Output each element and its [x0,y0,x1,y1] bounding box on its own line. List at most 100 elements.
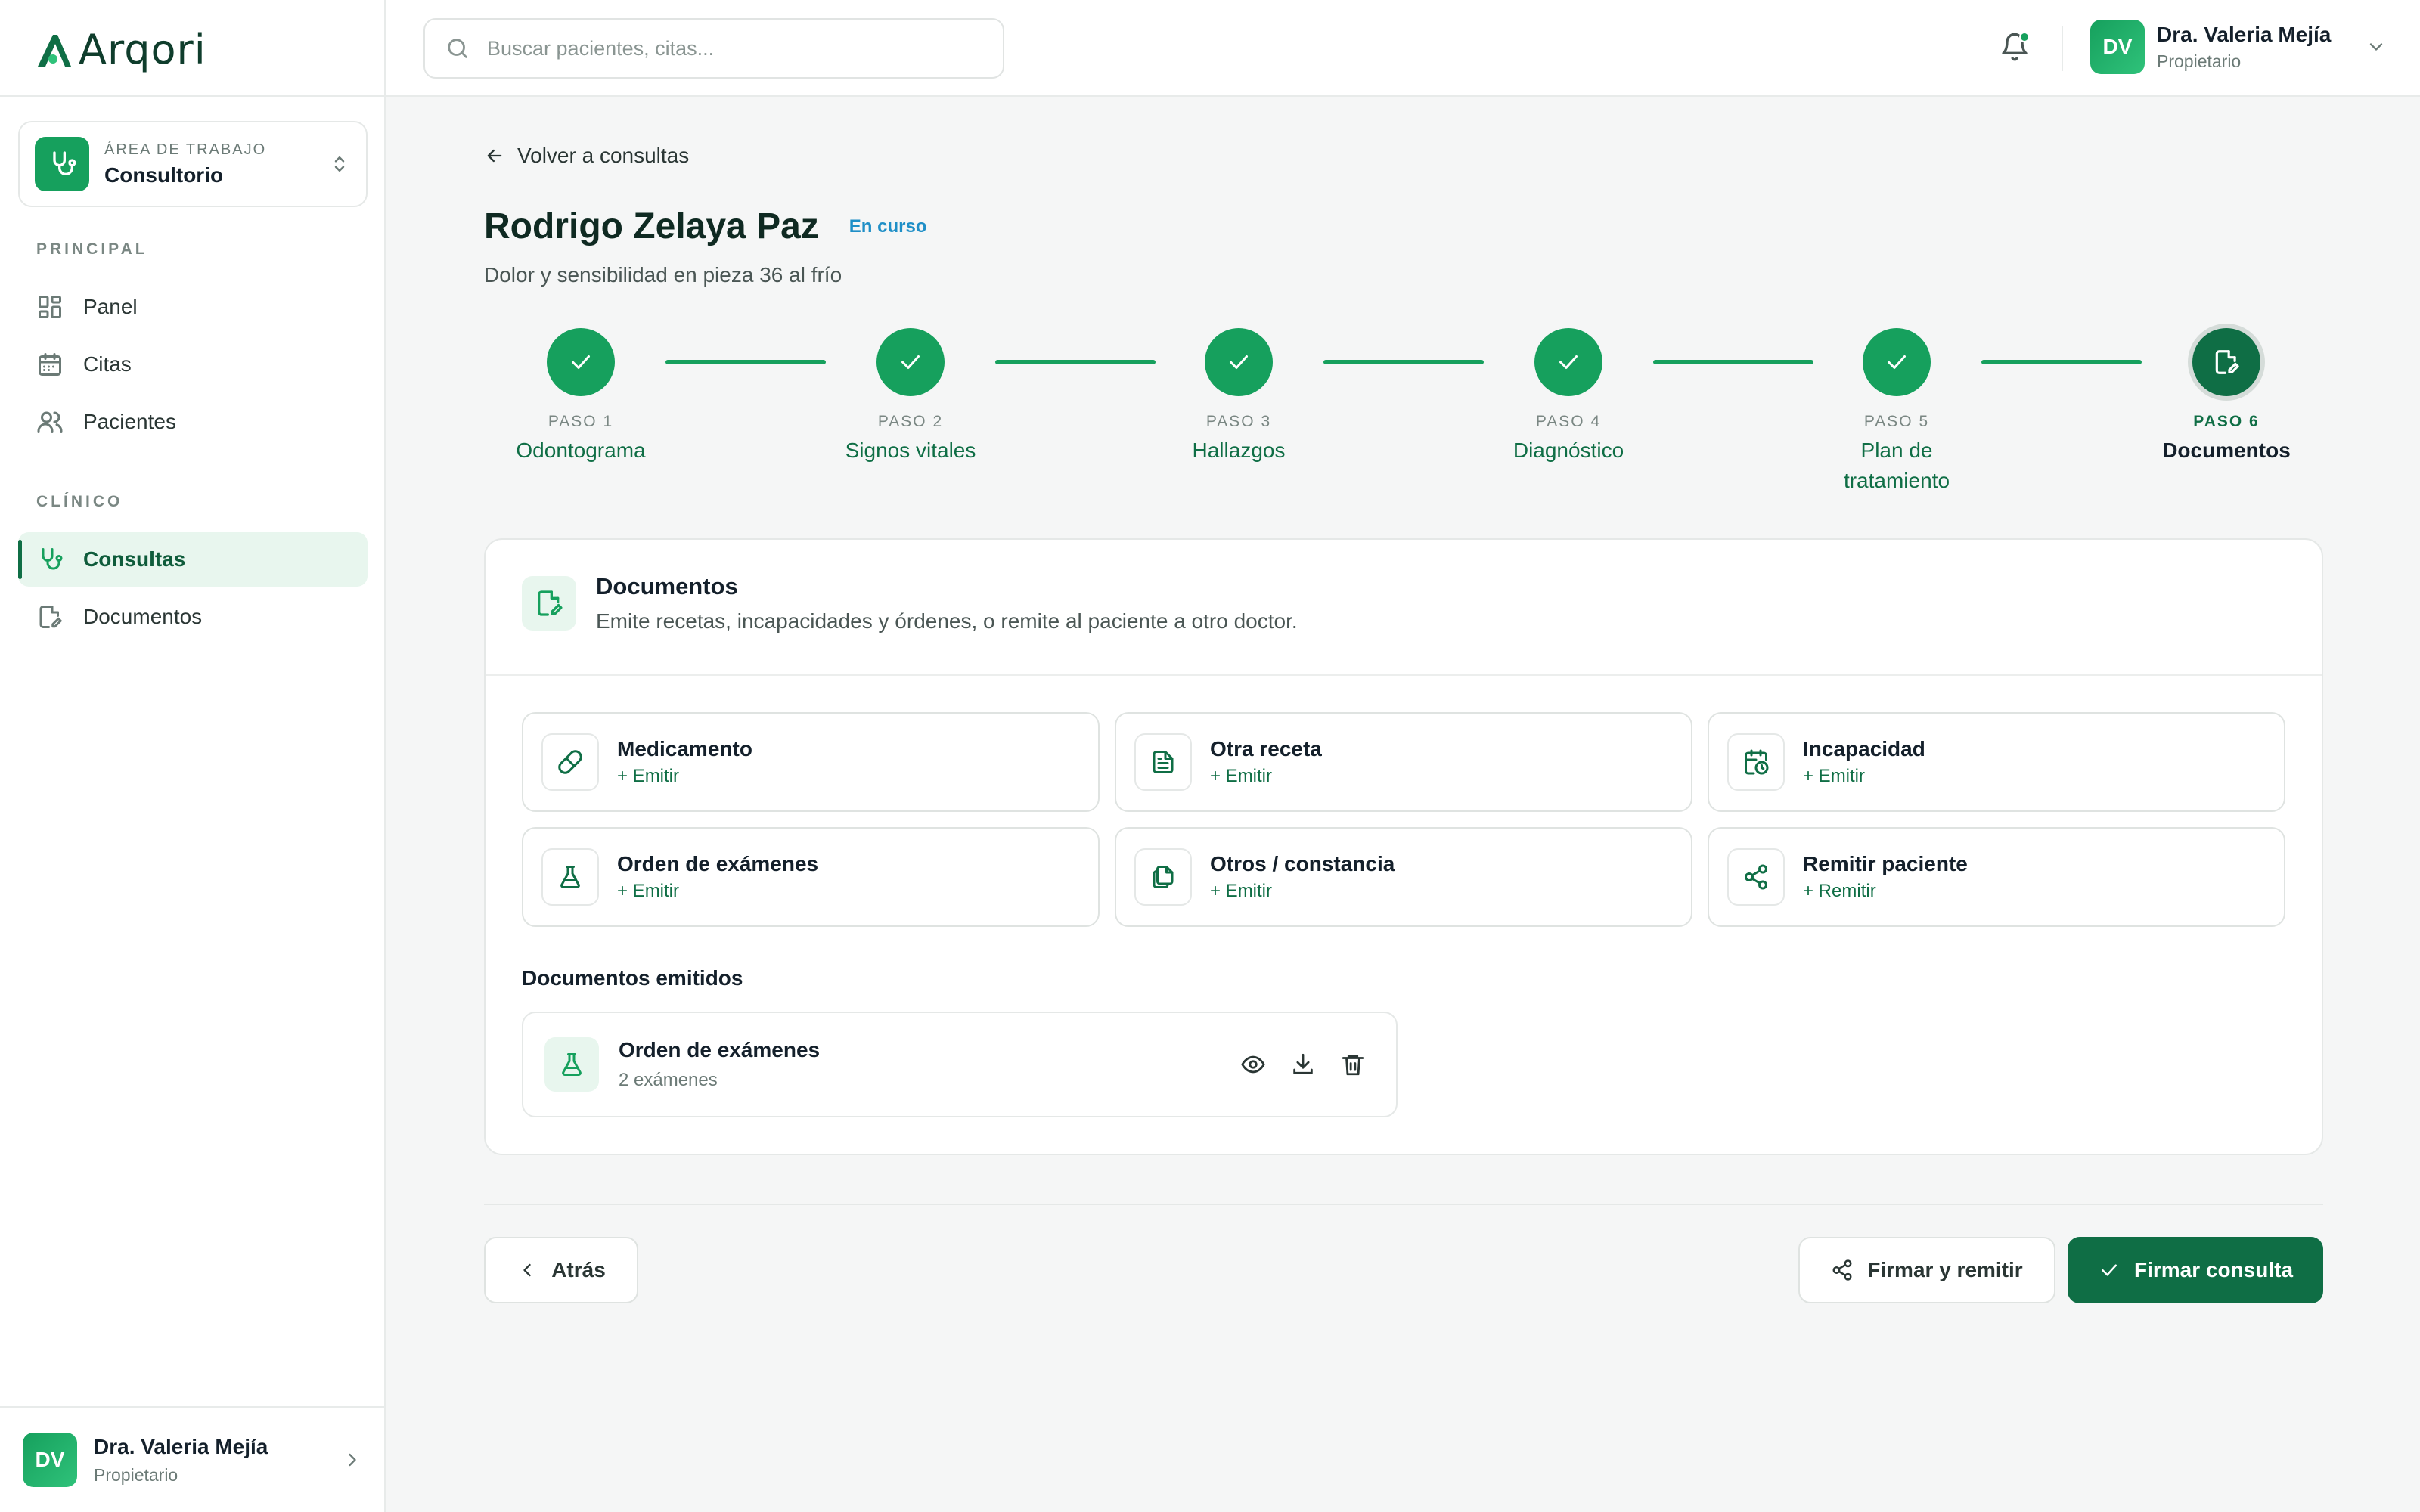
check-icon [2098,1259,2121,1281]
option-action: + Emitir [1803,766,1866,786]
option-action: + Emitir [617,881,680,901]
step-signos-vitales[interactable]: PASO 2 Signos vitales [820,328,1001,466]
check-icon [547,328,615,396]
sign-consultation-label: Firmar consulta [2133,1258,2294,1281]
emitted-document-title: Orden de exámenes [619,1038,821,1061]
arrow-left-icon [484,145,505,166]
app-logo[interactable]: Arqori [33,26,206,73]
avatar: DV [2090,20,2145,74]
share-icon [1831,1259,1854,1281]
divider [0,95,386,97]
section-label-clinico: CLÍNICO [36,493,123,510]
status-badge: En curso [849,215,927,237]
option-title: Otra receta [1210,737,1322,761]
step-number: PASO 2 [877,413,944,430]
stethoscope-icon [35,137,89,191]
back-button[interactable]: Atrás [484,1237,638,1303]
emit-medicamento-button[interactable]: Medicamento + Emitir [522,712,1100,812]
option-action: + Emitir [617,766,680,786]
user-name: Dra. Valeria Mejía [94,1434,268,1458]
step-documentos[interactable]: PASO 6 Documentos [2136,328,2317,466]
step-connector [1653,360,1813,364]
flask-icon [541,848,599,906]
emitted-document-item: Orden de exámenes 2 exámenes [522,1012,1398,1117]
check-icon [1863,328,1931,396]
option-action: + Emitir [1210,766,1273,786]
user-role: Propietario [2157,51,2242,71]
search-input[interactable]: Buscar pacientes, citas... [424,18,1004,79]
trash-icon[interactable] [1340,1052,1366,1077]
chevron-left-icon [517,1259,538,1281]
section-label-principal: PRINCIPAL [36,240,148,258]
sidebar: Arqori ÁREA DE TRABAJO Consultorio PRINC… [0,0,386,1512]
sidebar-item-consultas[interactable]: Consultas [18,532,368,587]
step-title: Hallazgos [1192,438,1286,462]
refer-patient-button[interactable]: Remitir paciente + Remitir [1708,827,2285,927]
emit-otra-receta-button[interactable]: Otra receta + Emitir [1115,712,1692,812]
sidebar-item-label: Citas [83,352,132,376]
sign-consultation-button[interactable]: Firmar consulta [2068,1237,2323,1303]
emitted-documents-label: Documentos emitidos [522,966,743,990]
topbar: Buscar pacientes, citas... DV Dra. Valer… [386,0,2420,97]
sidebar-item-pacientes[interactable]: Pacientes [18,395,368,449]
step-plan-de-tratamiento[interactable]: PASO 5 Plan de tratamiento [1806,328,1987,496]
app-name: Arqori [79,26,206,73]
step-connector [1323,360,1484,364]
sidebar-item-documentos[interactable]: Documentos [18,590,368,644]
chevron-up-down-icon [328,153,351,175]
emit-incapacidad-button[interactable]: Incapacidad + Emitir [1708,712,2285,812]
pill-icon [541,733,599,791]
back-to-consultations-link[interactable]: Volver a consultas [484,144,689,168]
users-icon [36,408,64,435]
chief-complaint: Dolor y sensibilidad en pieza 36 al frío [484,263,842,287]
chevron-down-icon [2366,36,2387,57]
step-number: PASO 5 [1863,413,1930,430]
check-icon [1534,328,1602,396]
emit-orden-examenes-button[interactable]: Orden de exámenes + Emitir [522,827,1100,927]
download-icon[interactable] [1290,1052,1316,1077]
card-title: Documentos [596,573,738,600]
sidebar-user-menu[interactable]: DV Dra. Valeria Mejía Propietario [0,1406,386,1512]
file-text-icon [1134,733,1192,791]
card-subtitle: Emite recetas, incapacidades y órdenes, … [596,609,1298,633]
step-diagnostico[interactable]: PASO 4 Diagnóstico [1478,328,1659,466]
eye-icon[interactable] [1240,1052,1266,1077]
workspace-switcher[interactable]: ÁREA DE TRABAJO Consultorio [18,121,368,207]
step-title: Diagnóstico [1512,438,1624,462]
option-title: Medicamento [617,737,752,761]
sidebar-item-citas[interactable]: Citas [18,337,368,392]
workspace-value: Consultorio [104,163,224,187]
patient-name: Rodrigo Zelaya Paz [484,206,819,246]
step-hallazgos[interactable]: PASO 3 Hallazgos [1148,328,1329,466]
option-title: Remitir paciente [1803,852,1968,875]
calendar-icon [36,351,64,378]
emitted-document-subtitle: 2 exámenes [619,1070,718,1090]
check-icon [876,328,945,396]
step-title: Documentos [2162,438,2291,462]
divider [484,1204,2323,1205]
back-link-label: Volver a consultas [517,144,690,167]
user-menu[interactable]: DV Dra. Valeria Mejía Propietario [2090,20,2387,74]
search-icon [445,36,470,61]
card-header: Documentos Emite recetas, incapacidades … [486,540,2322,676]
stepper: PASO 1 Odontograma PASO 2 Signos vitales… [484,328,2291,496]
notification-dot [2019,32,2030,42]
document-edit-icon [2192,328,2260,396]
emit-otros-constancia-button[interactable]: Otros / constancia + Emitir [1115,827,1692,927]
step-connector [1981,360,2142,364]
step-number: PASO 4 [1535,413,1602,430]
option-title: Incapacidad [1803,737,1925,761]
option-title: Otros / constancia [1210,852,1395,875]
step-odontograma[interactable]: PASO 1 Odontograma [490,328,672,466]
step-number: PASO 3 [1205,413,1272,430]
user-role: Propietario [94,1464,178,1485]
step-title: Odontograma [516,438,646,462]
user-name: Dra. Valeria Mejía [2157,22,2332,46]
patient-header: Rodrigo Zelaya Paz En curso [484,206,926,247]
sign-and-refer-label: Firmar y remitir [1867,1258,2023,1281]
back-button-label: Atrás [551,1258,606,1281]
workspace-label: ÁREA DE TRABAJO [104,141,267,158]
sidebar-item-panel[interactable]: Panel [18,280,368,334]
step-number: PASO 1 [548,413,614,430]
sign-and-refer-button[interactable]: Firmar y remitir [1798,1237,2055,1303]
